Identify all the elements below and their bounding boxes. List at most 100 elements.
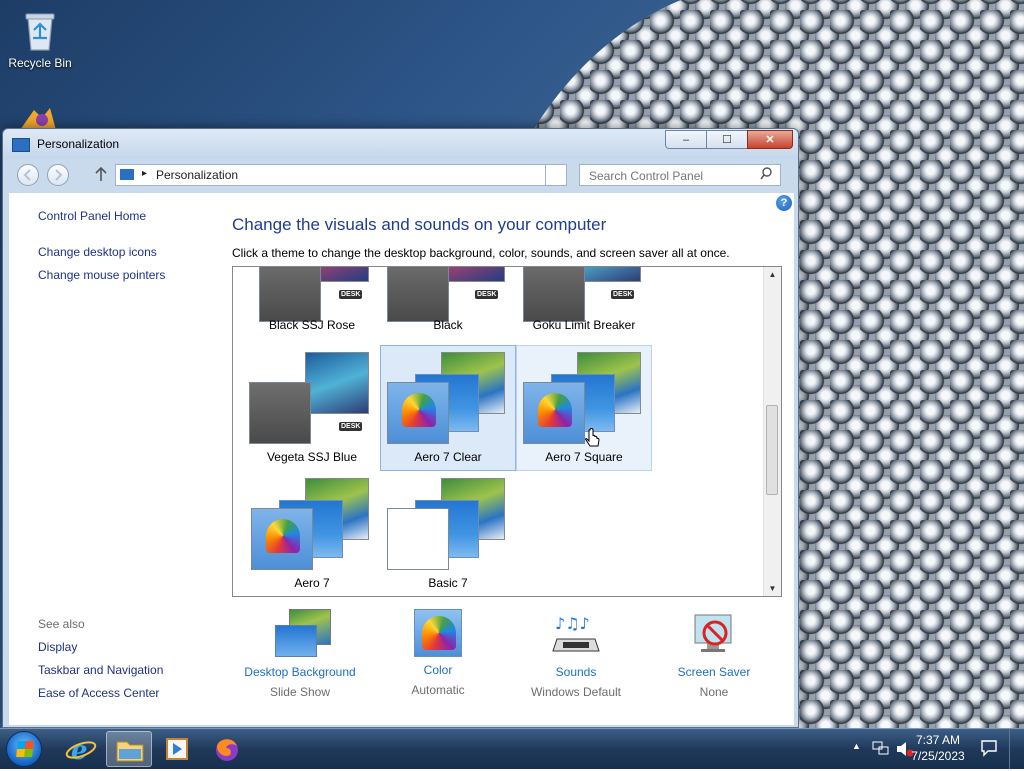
theme-color-swatch [387,382,449,444]
scroll-up-arrow-icon[interactable]: ▲ [764,270,781,279]
search-box[interactable] [579,164,781,186]
desktop-shortcut-partial-icon[interactable] [16,106,60,130]
change-desktop-icons-link[interactable]: Change desktop icons [38,245,157,259]
taskbar-firefox[interactable] [204,731,250,767]
desktop-icon-recycle-bin[interactable]: Recycle Bin [6,8,74,70]
start-button[interactable] [6,731,42,767]
search-input[interactable] [587,168,756,184]
back-arrow-icon [23,169,31,181]
taskbar-file-explorer[interactable] [106,731,152,767]
show-desktop-button[interactable] [1009,729,1024,769]
forward-button[interactable] [47,164,69,186]
minimize-button[interactable]: – [665,130,707,149]
taskbar-media-player[interactable] [154,731,200,767]
theme-wallpaper-thumbnail [577,267,641,282]
theme-color-swatch [387,267,449,322]
change-mouse-pointers-link[interactable]: Change mouse pointers [38,268,165,282]
desk-anime-logo-icon: DESK [475,290,499,299]
address-bar[interactable]: ▸ Personalization [115,164,567,186]
internet-explorer-icon: e [65,736,97,766]
theme-aero-7-square[interactable]: Aero 7 Square [516,345,652,471]
option-label: Color [423,663,453,677]
color-fan-icon [402,393,436,427]
screen-saver-option[interactable]: Screen Saver None [649,609,779,699]
theme-name: Black [433,318,463,332]
option-label: Desktop Background [244,665,356,679]
clock-date: 7/25/2023 [911,749,965,763]
taskbar: e ▲ 7:37 AM 7/25/2023 [0,728,1024,769]
color-fan-icon [538,393,572,427]
theme-vegeta-ssj-blue[interactable]: DESK Vegeta SSJ Blue [244,345,380,471]
page-heading: Change the visuals and sounds on your co… [232,215,607,234]
clock-time: 7:37 AM [915,733,961,747]
sounds-option[interactable]: ♪♫♪ Sounds Windows Default [511,609,641,699]
desk-anime-logo-icon: DESK [339,422,363,431]
theme-color-swatch [387,508,449,570]
theme-name: Black SSJ Rose [268,318,356,332]
theme-aero-7-clear[interactable]: Aero 7 Clear [380,345,516,471]
ease-of-access-link[interactable]: Ease of Access Center [38,686,159,700]
up-button[interactable] [94,166,108,186]
breadcrumb-separator-icon: ▸ [142,168,148,179]
theme-color-swatch [523,382,585,444]
theme-black[interactable]: DESK Black [380,267,516,339]
show-hidden-icons-icon[interactable]: ▲ [852,741,861,751]
sounds-icon: ♪♫♪ [551,609,601,659]
taskbar-internet-explorer[interactable]: e [58,731,104,767]
theme-name: Vegeta SSJ Blue [266,450,358,464]
back-button[interactable] [17,164,39,186]
option-label: Sounds [555,665,597,679]
control-panel-icon [12,138,30,152]
theme-wallpaper-thumbnail [441,267,505,282]
control-panel-home-link[interactable]: Control Panel Home [38,209,146,223]
window-titlebar[interactable]: Personalization – ☐ ✕ [3,129,798,159]
screen-saver-icon [689,609,739,659]
theme-black-ssj-rose[interactable]: DESK Black SSJ Rose [244,267,380,339]
desk-anime-logo-icon: DESK [611,290,635,299]
desktop-icon-label: Recycle Bin [8,56,72,70]
network-icon[interactable] [872,741,890,757]
desktop-background-option[interactable]: Desktop Background Slide Show [235,609,365,699]
taskbar-navigation-link[interactable]: Taskbar and Navigation [38,663,163,677]
theme-basic-7[interactable]: Basic 7 [380,471,516,596]
firefox-icon [216,739,238,761]
theme-name: Basic 7 [428,576,468,590]
theme-name: Aero 7 [294,576,330,590]
maximize-button[interactable]: ☐ [706,130,748,149]
theme-color-swatch [523,267,585,322]
help-icon[interactable]: ? [776,195,792,211]
page-description: Click a theme to change the desktop back… [232,246,730,260]
search-icon[interactable] [760,167,772,184]
scroll-down-arrow-icon[interactable]: ▼ [764,584,781,593]
color-option[interactable]: Color Automatic [373,609,503,697]
breadcrumb-personalization[interactable]: Personalization [156,168,238,182]
theme-wallpaper-thumbnail [305,352,369,414]
close-button[interactable]: ✕ [747,130,793,149]
option-value: Slide Show [269,685,331,699]
display-link[interactable]: Display [38,640,77,654]
navigation-bar: ▸ Personalization [3,159,798,193]
file-explorer-icon [116,741,144,762]
option-value: None [699,685,729,699]
action-center-icon[interactable] [980,739,998,757]
theme-aero-7[interactable]: Aero 7 [244,471,380,596]
content-area: Control Panel Home Change desktop icons … [9,193,794,725]
theme-color-swatch [251,508,313,570]
theme-list-scrollbar[interactable]: ▲ ▼ [763,267,781,596]
option-value: Windows Default [530,685,622,699]
recycle-bin-icon [20,8,60,52]
media-player-icon [166,738,188,760]
option-label: Screen Saver [677,665,751,679]
control-panel-icon [120,169,134,180]
address-dropdown-button[interactable] [545,165,566,185]
theme-list: DESK Black SSJ Rose DESK Black DESK Goku… [232,266,782,597]
desk-anime-logo-icon: DESK [339,290,363,299]
forward-arrow-icon [55,169,63,181]
option-value: Automatic [411,683,465,697]
desktop-background-icon [275,609,331,659]
see-also-heading: See also [38,617,85,631]
scrollbar-thumb[interactable] [766,405,778,495]
mouse-hand-cursor-icon [585,428,600,447]
theme-goku-limit-breaker[interactable]: DESK Goku Limit Breaker [516,267,652,339]
taskbar-clock[interactable]: 7:37 AM 7/25/2023 [908,732,968,764]
